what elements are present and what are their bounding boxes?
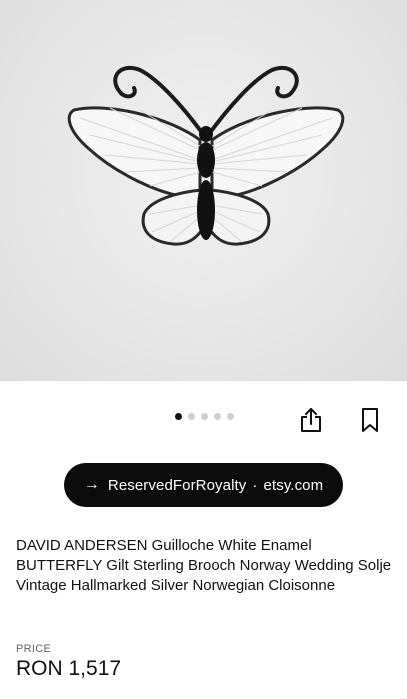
- gallery-dot[interactable]: [188, 413, 195, 420]
- butterfly-brooch-illustration: [67, 66, 345, 246]
- arrow-right-icon: →: [83, 476, 100, 493]
- gallery-dot[interactable]: [201, 413, 208, 420]
- shop-separator: ·: [252, 476, 258, 494]
- bookmark-icon: [362, 408, 378, 432]
- product-title: DAVID ANDERSEN Guilloche White Enamel BU…: [16, 537, 392, 594]
- share-button[interactable]: [296, 404, 326, 436]
- shop-domain: etsy.com: [263, 476, 324, 494]
- gallery-dot[interactable]: [214, 413, 221, 420]
- bookmark-button[interactable]: [355, 404, 385, 436]
- visit-shop-button[interactable]: → ReservedForRoyalty · etsy.com: [64, 463, 343, 507]
- price-label: PRICE: [16, 643, 52, 655]
- gallery-pager[interactable]: [175, 413, 234, 420]
- gallery-dot[interactable]: [227, 413, 234, 420]
- share-icon: [301, 408, 321, 432]
- shop-name: ReservedForRoyalty: [107, 476, 247, 494]
- gallery-dot[interactable]: [175, 413, 182, 420]
- product-image[interactable]: [0, 0, 407, 381]
- price-value: RON 1,517: [16, 657, 122, 680]
